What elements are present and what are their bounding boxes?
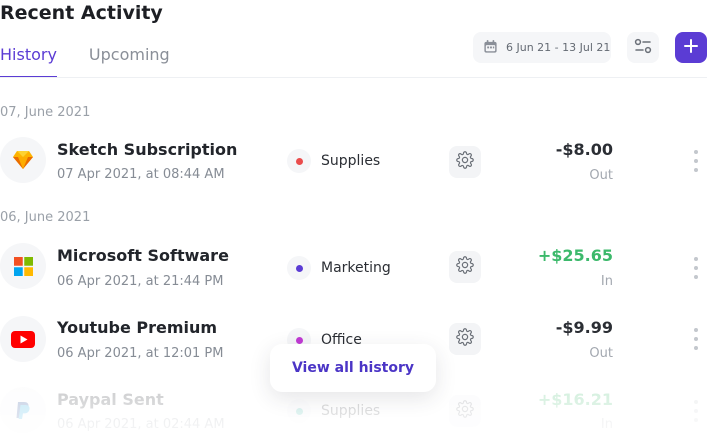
- gear-icon: [456, 400, 474, 422]
- gear-icon: [456, 151, 474, 173]
- more-options-button[interactable]: [690, 257, 702, 279]
- tab-bar: History Upcoming: [0, 45, 170, 78]
- filter-icon: [634, 38, 652, 58]
- microsoft-icon: [0, 243, 46, 289]
- transaction-datetime: 07 Apr 2021, at 08:44 AM: [57, 167, 225, 182]
- transaction-name: Sketch Subscription: [57, 140, 238, 159]
- filter-button[interactable]: [627, 32, 659, 63]
- category-dot: [295, 336, 303, 344]
- transaction-row[interactable]: Microsoft Software 06 Apr 2021, at 21:44…: [0, 243, 707, 303]
- transaction-amount: -$9.99: [555, 318, 613, 337]
- group-date: 07, June 2021: [0, 105, 91, 120]
- calendar-icon: [483, 39, 498, 57]
- more-options-button[interactable]: [690, 328, 702, 350]
- transaction-row[interactable]: Sketch Subscription 07 Apr 2021, at 08:4…: [0, 137, 707, 197]
- transaction-amount: +$25.65: [537, 246, 613, 265]
- category-label: Marketing: [321, 260, 391, 276]
- kebab-icon: [694, 150, 698, 154]
- header-divider: [0, 77, 707, 78]
- category-dot: [295, 157, 303, 165]
- settings-button[interactable]: [449, 251, 481, 283]
- transaction-flow: Out: [589, 168, 613, 183]
- kebab-icon: [694, 257, 698, 261]
- transaction-row[interactable]: Paypal Sent 06 Apr 2021, at 02:44 AM Sup…: [0, 387, 707, 447]
- more-options-button[interactable]: [690, 150, 702, 172]
- add-button[interactable]: [675, 32, 707, 63]
- category-dot: [295, 264, 303, 272]
- group-date: 06, June 2021: [0, 210, 91, 225]
- date-range-picker[interactable]: 6 Jun 21 - 13 Jul 21: [473, 32, 611, 63]
- tab-upcoming[interactable]: Upcoming: [89, 45, 170, 78]
- transaction-datetime: 06 Apr 2021, at 12:01 PM: [57, 346, 224, 361]
- view-all-history-button[interactable]: View all history: [270, 344, 436, 392]
- youtube-icon: [0, 316, 46, 362]
- category-label: Supplies: [321, 153, 381, 169]
- settings-button[interactable]: [449, 146, 481, 178]
- transaction-amount: -$8.00: [555, 140, 613, 159]
- transaction-flow: Out: [589, 346, 613, 361]
- date-range-label: 6 Jun 21 - 13 Jul 21: [506, 41, 611, 54]
- category-tag: Marketing: [287, 256, 391, 280]
- kebab-icon: [694, 400, 698, 404]
- transaction-name: Youtube Premium: [57, 318, 218, 337]
- paypal-icon: [0, 387, 46, 433]
- gear-icon: [456, 256, 474, 278]
- transaction-flow: In: [600, 274, 613, 289]
- page-title: Recent Activity: [0, 2, 163, 24]
- transaction-datetime: 06 Apr 2021, at 21:44 PM: [57, 274, 224, 289]
- category-tag: Supplies: [287, 399, 380, 423]
- transaction-name: Paypal Sent: [57, 390, 164, 409]
- kebab-icon: [694, 328, 698, 332]
- gear-icon: [456, 328, 474, 350]
- category-label: Supplies: [321, 403, 381, 419]
- category-dot: [295, 407, 303, 415]
- transaction-datetime: 06 Apr 2021, at 02:44 AM: [57, 417, 225, 432]
- more-options-button[interactable]: [690, 400, 702, 422]
- plus-icon: [683, 35, 699, 60]
- category-tag: Supplies: [287, 149, 380, 173]
- tab-history[interactable]: History: [0, 45, 57, 78]
- transaction-flow: In: [600, 417, 613, 432]
- settings-button[interactable]: [449, 323, 481, 355]
- settings-button[interactable]: [449, 395, 481, 427]
- sketch-icon: [0, 137, 46, 183]
- transaction-amount: +$16.21: [537, 390, 613, 409]
- transaction-name: Microsoft Software: [57, 246, 229, 265]
